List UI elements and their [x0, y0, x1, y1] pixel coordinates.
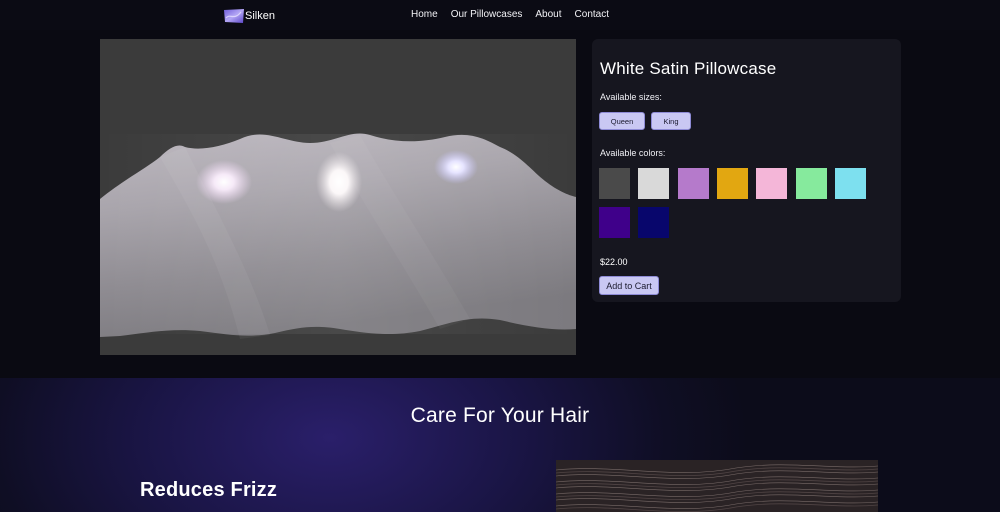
pillowcase-render — [100, 133, 576, 339]
color-swatch-gold[interactable] — [717, 168, 748, 199]
product-panel: White Satin Pillowcase Available sizes: … — [592, 39, 901, 302]
hair-strands-graphic — [556, 464, 878, 512]
sizes-label: Available sizes: — [600, 92, 662, 102]
product-price: $22.00 — [600, 257, 628, 267]
nav-links: Home Our Pillowcases About Contact — [411, 9, 609, 20]
hair-texture-image — [556, 460, 878, 512]
color-swatch-charcoal[interactable] — [599, 168, 630, 199]
product-title: White Satin Pillowcase — [600, 59, 777, 78]
color-swatch-pink[interactable] — [756, 168, 787, 199]
brand-logo[interactable]: Silken — [224, 8, 275, 24]
color-swatch-silver[interactable] — [638, 168, 669, 199]
color-swatch-mint[interactable] — [796, 168, 827, 199]
silk-logo-icon — [224, 9, 244, 23]
feature-heading-frizz: Reduces Frizz — [140, 479, 278, 501]
add-to-cart-button[interactable]: Add to Cart — [599, 276, 659, 295]
nav-link-about[interactable]: About — [535, 9, 561, 20]
color-swatch-purple[interactable] — [599, 207, 630, 238]
color-swatch-lavender[interactable] — [678, 168, 709, 199]
color-swatch-sky[interactable] — [835, 168, 866, 199]
nav-link-home[interactable]: Home — [411, 9, 438, 20]
size-button-king[interactable]: King — [651, 112, 691, 130]
color-swatch-navy[interactable] — [638, 207, 669, 238]
top-nav: Silken Home Our Pillowcases About Contac… — [0, 0, 1000, 30]
brand-name: Silken — [245, 10, 275, 22]
pillowcase-3d-viewer[interactable] — [100, 39, 576, 355]
care-section: Care For Your Hair Reduces Frizz — [0, 378, 1000, 512]
size-button-queen[interactable]: Queen — [599, 112, 645, 130]
care-heading: Care For Your Hair — [410, 404, 590, 427]
colors-label: Available colors: — [600, 148, 666, 158]
nav-link-pillowcases[interactable]: Our Pillowcases — [451, 9, 523, 20]
nav-link-contact[interactable]: Contact — [575, 9, 609, 20]
